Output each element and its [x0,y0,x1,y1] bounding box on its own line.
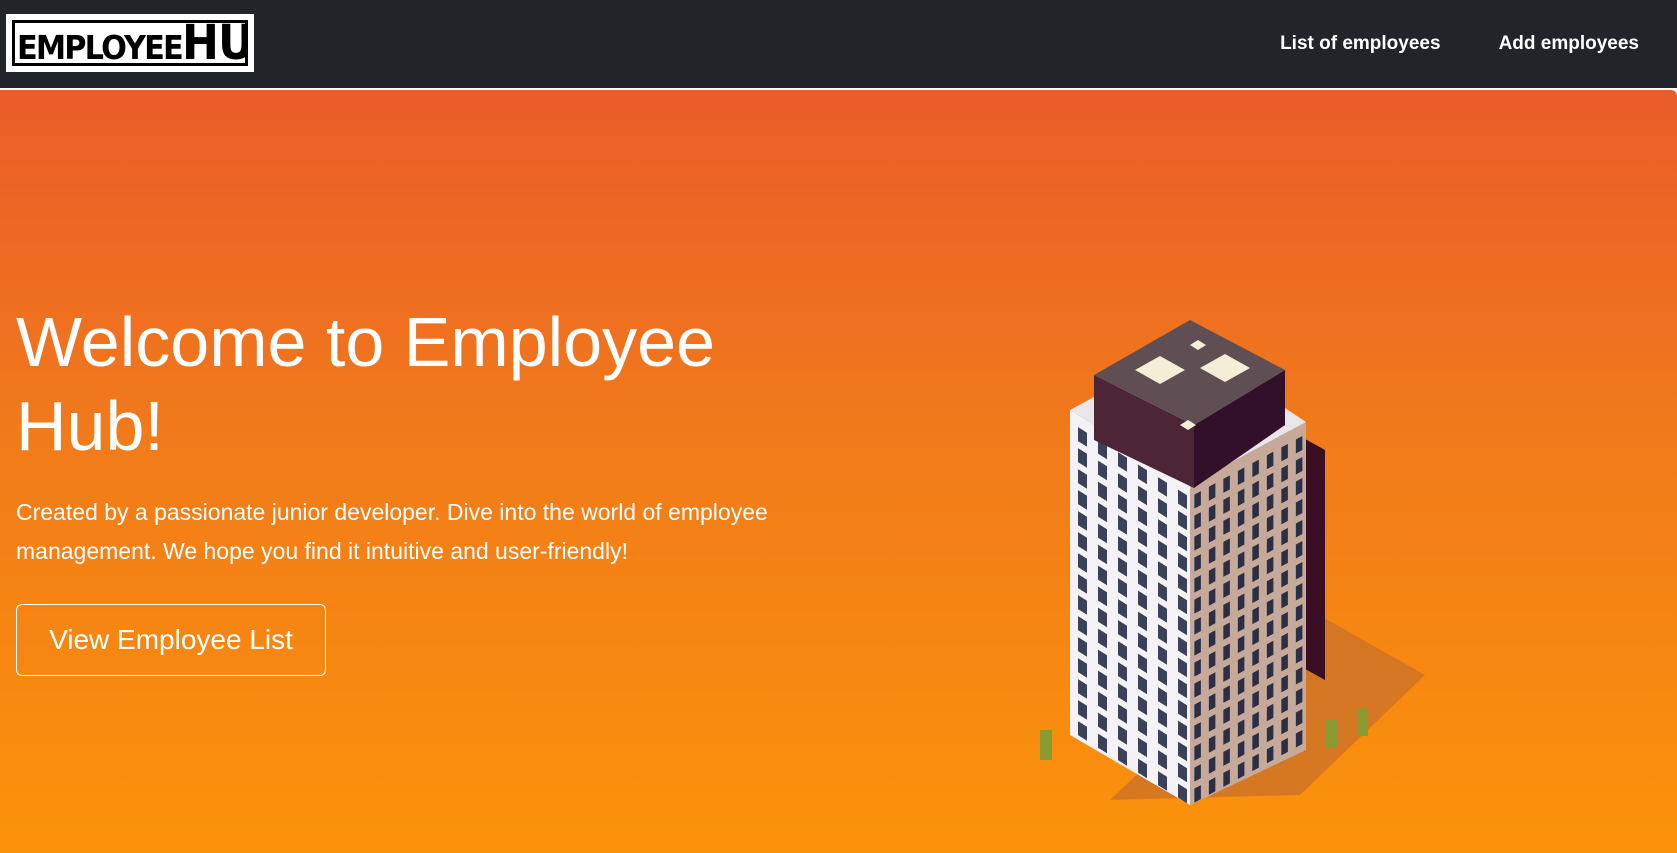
employee-hub-logo[interactable]: EMPLOYEEHUB [6,14,254,72]
navbar: EMPLOYEEHUB List of employees Add employ… [0,0,1677,88]
tree-right-1 [1326,720,1337,748]
building-right-face [1190,422,1306,805]
hero-title: Welcome to Employee Hub! [16,303,716,465]
nav-link-add-employees[interactable]: Add employees [1499,33,1639,55]
tree-right-2 [1357,708,1368,736]
nav-link-list-of-employees[interactable]: List of employees [1280,33,1441,55]
view-employee-list-button[interactable]: View Employee List [16,604,326,676]
logo-text-hub: HUB [181,20,245,66]
logo-wordmark: EMPLOYEEHUB [17,20,245,66]
hero-description: Created by a passionate junior developer… [16,499,768,564]
logo-frame: EMPLOYEEHUB [12,20,248,66]
tree-left [1040,730,1052,760]
logo-text-employee: EMPLOYEE [17,28,184,66]
office-building-illustration: // placeholder removed [1040,320,1425,805]
hero-section: Welcome to Employee Hub! Created by a pa… [0,90,1677,853]
nav-links: List of employees Add employees [1222,0,1639,88]
